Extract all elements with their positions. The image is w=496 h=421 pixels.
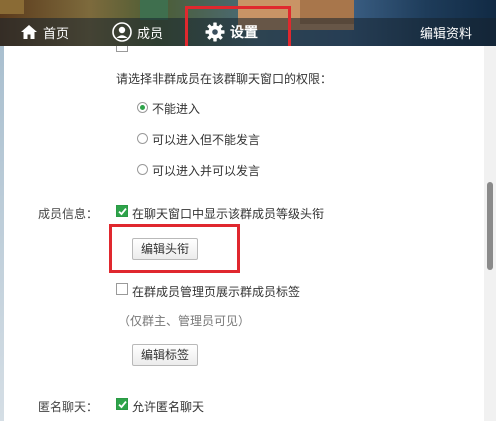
vertical-scrollbar[interactable] — [484, 46, 496, 421]
show-tags-checkbox[interactable] — [116, 283, 128, 295]
scrollbar-thumb[interactable] — [487, 182, 493, 270]
edit-tags-button[interactable]: 编辑标签 — [132, 344, 199, 366]
radio-cannot-enter-label[interactable]: 不能进入 — [152, 100, 200, 117]
show-title-checkbox-label[interactable]: 在聊天窗口中显示该群成员等级头衔 — [132, 205, 324, 222]
show-tags-checkbox-label[interactable]: 在群成员管理页展示群成员标签 — [132, 283, 300, 300]
user-icon — [112, 22, 132, 42]
visibility-note: （仅群主、管理员可见） — [118, 314, 251, 328]
radio-enter-no-speak-label[interactable]: 可以进入但不能发言 — [152, 131, 260, 148]
tab-members[interactable]: 成员 — [112, 20, 163, 44]
panel-left-edge — [0, 46, 4, 421]
tab-members-label: 成员 — [137, 26, 164, 42]
tab-home-label: 首页 — [43, 26, 70, 42]
header-background-art — [140, 0, 168, 20]
member-info-label: 成员信息： — [38, 207, 99, 221]
permission-prompt: 请选择非群成员在该群聊天窗口的权限： — [116, 72, 333, 86]
edit-profile-link[interactable]: 编辑资料 — [420, 23, 472, 42]
top-navigation-bar: 首页 成员 设置 编辑资料 — [0, 0, 496, 46]
settings-panel: 请选择非群成员在该群聊天窗口的权限： 不能进入 可以进入但不能发言 可以进入并可… — [0, 46, 484, 421]
hidden-row-checkbox[interactable] — [116, 46, 128, 52]
allow-anonymous-checkbox-label[interactable]: 允许匿名聊天 — [132, 398, 204, 415]
tab-settings[interactable]: 设置 — [205, 20, 258, 44]
radio-cannot-enter[interactable] — [137, 102, 148, 113]
home-icon — [20, 24, 38, 40]
radio-enter-and-speak[interactable] — [137, 164, 148, 175]
edit-title-button[interactable]: 编辑头衔 — [132, 238, 199, 260]
tab-settings-label: 设置 — [230, 25, 258, 41]
radio-enter-and-speak-label[interactable]: 可以进入并可以发言 — [152, 162, 260, 179]
show-title-checkbox[interactable] — [116, 205, 128, 217]
tab-home[interactable]: 首页 — [20, 20, 69, 44]
gear-icon — [205, 22, 225, 42]
header-background-art — [0, 0, 24, 14]
allow-anonymous-checkbox[interactable] — [116, 398, 128, 410]
radio-enter-no-speak[interactable] — [137, 133, 148, 144]
anonymous-chat-label: 匿名聊天： — [38, 400, 99, 414]
